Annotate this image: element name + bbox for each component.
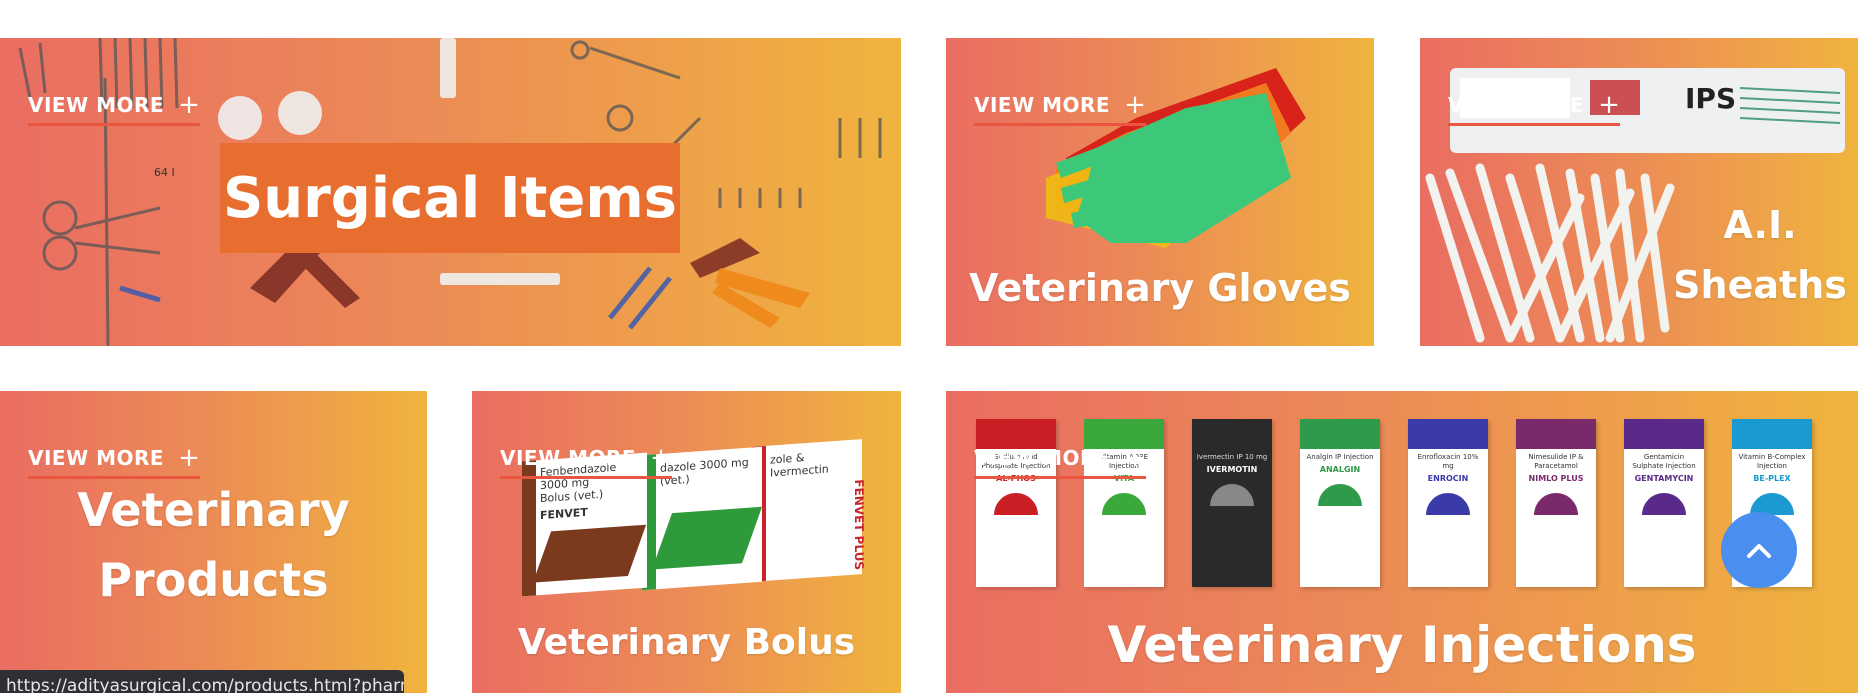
plus-icon: + [1598, 90, 1621, 120]
chevron-up-icon [1747, 544, 1771, 558]
view-more-link[interactable]: VIEW MORE + [974, 443, 1147, 479]
tile-title: Surgical Items [220, 143, 680, 253]
plus-icon: + [178, 443, 201, 473]
instrument-marking: 64 I [154, 166, 175, 179]
view-more-link[interactable]: VIEW MORE + [500, 443, 673, 479]
tile-title: Veterinary Injections [1107, 616, 1697, 674]
injection-vial-box: Gentamicin Sulphate Injection GENTAMYCIN [1624, 419, 1704, 587]
vial-logo [994, 493, 1038, 515]
tile-surgical-items[interactable]: VIEW MORE + 64 I Surgical Items [0, 38, 901, 346]
vial-name: IVERMOTIN [1206, 465, 1258, 474]
vial-name: NIMLO PLUS [1528, 474, 1584, 483]
vial-label: Analgin IP Injection [1306, 453, 1374, 461]
vial-label: Nimesulide IP & Paracetamol [1528, 453, 1584, 470]
view-more-label: VIEW MORE [1448, 93, 1585, 117]
vial-label: Vitamin B-Complex Injection [1738, 453, 1806, 470]
plus-icon: + [650, 443, 673, 473]
back-to-top-button[interactable] [1721, 512, 1797, 588]
tile-title-line2: Products [98, 553, 329, 607]
vial-logo [1318, 484, 1362, 506]
injection-vial-box: Enrofloxacin 10% mg ENROCIN [1408, 419, 1488, 587]
view-more-link[interactable]: VIEW MORE + [28, 443, 201, 479]
vial-logo [1210, 484, 1254, 506]
plus-icon: + [1124, 90, 1147, 120]
tile-title-line2: Sheaths [1673, 263, 1847, 307]
vial-label: Ivermectin IP 10 mg [1196, 453, 1268, 461]
injection-vial-box: Sodium Acid Phosphate Injection AL-PHOS [976, 419, 1056, 587]
view-more-link[interactable]: VIEW MORE + [974, 90, 1147, 126]
view-more-label: VIEW MORE [28, 446, 165, 470]
view-more-link[interactable]: VIEW MORE + [28, 90, 201, 126]
view-more-label: VIEW MORE [974, 446, 1111, 470]
vial-logo [1102, 493, 1146, 515]
tile-ai-sheaths[interactable]: IPS VIEW MORE + A.I. Sheaths [1420, 38, 1858, 346]
vial-name: BE-PLEX [1753, 474, 1791, 483]
vial-name: ENROCIN [1427, 474, 1469, 483]
injection-vial-box: Ivermectin IP 10 mg IVERMOTIN [1192, 419, 1272, 587]
vial-logo [1642, 493, 1686, 515]
vial-label: Gentamicin Sulphate Injection [1632, 453, 1696, 470]
view-more-label: VIEW MORE [28, 93, 165, 117]
tile-title-line1: Veterinary [77, 483, 350, 537]
plus-icon: + [1124, 443, 1147, 473]
tile-title: Veterinary Bolus [517, 622, 856, 663]
view-more-link[interactable]: VIEW MORE + [1448, 90, 1621, 126]
pack-label: IPS [1685, 82, 1737, 115]
vial-logo [1534, 493, 1578, 515]
plus-icon: + [178, 90, 201, 120]
tile-veterinary-gloves[interactable]: VIEW MORE + Veterinary Gloves [946, 38, 1374, 346]
view-more-label: VIEW MORE [974, 93, 1111, 117]
injection-vial-box: Analgin IP Injection ANALGIN [1300, 419, 1380, 587]
product-category-grid: VIEW MORE + 64 I Surgical Items VIEW MOR… [0, 0, 1858, 693]
injection-vial-box: Nimesulide IP & Paracetamol NIMLO PLUS [1516, 419, 1596, 587]
tile-title-line1: A.I. [1723, 203, 1797, 247]
vial-name: ANALGIN [1319, 465, 1361, 474]
vial-name: GENTAMYCIN [1634, 474, 1694, 483]
tile-veterinary-products[interactable]: VIEW MORE + Veterinary Products [0, 391, 427, 693]
vial-label: Enrofloxacin 10% mg [1417, 453, 1479, 470]
status-bar-url: https://adityasurgical.com/products.html… [0, 670, 404, 693]
tile-veterinary-bolus[interactable]: zole & Ivermectin FENVET PLUS dazole 300… [472, 391, 901, 693]
tile-title: Veterinary Gloves [969, 266, 1351, 310]
view-more-label: VIEW MORE [500, 446, 637, 470]
vial-logo [1426, 493, 1470, 515]
bolus-box-3: zole & Ivermectin FENVET PLUS [752, 439, 866, 582]
